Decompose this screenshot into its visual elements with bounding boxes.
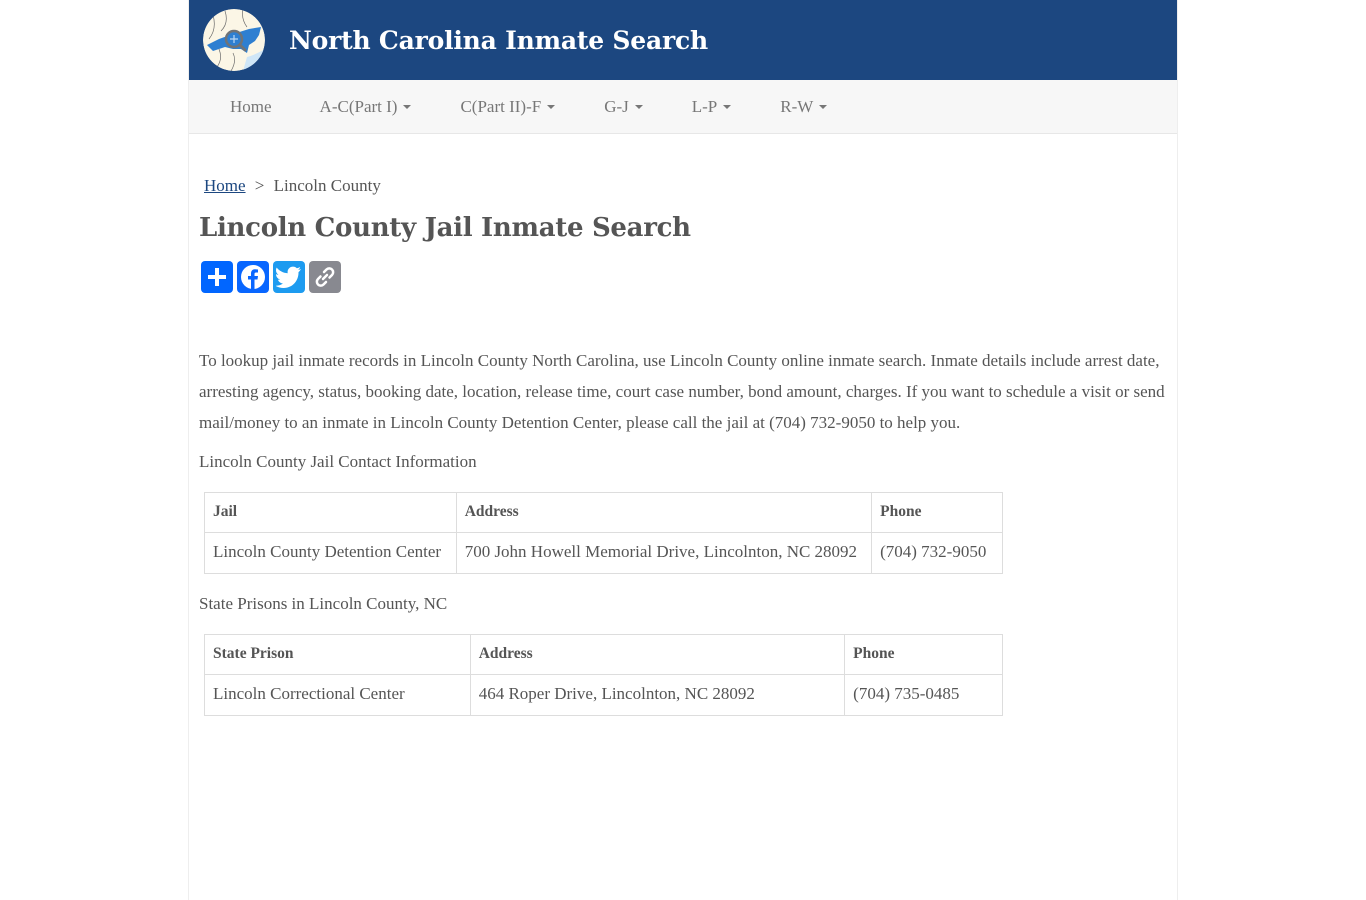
prison-phone-cell: (704) 735-0485 (844, 674, 1003, 716)
prison-address-cell: 464 Roper Drive, Lincolnton, NC 28092 (469, 674, 846, 716)
site-header: North Carolina Inmate Search (189, 0, 1177, 80)
prison-name-cell: Lincoln Correctional Center (204, 674, 471, 716)
twitter-share-button[interactable] (273, 261, 305, 293)
nav-home[interactable]: Home (230, 97, 272, 117)
table-row: Lincoln County Detention Center 700 John… (204, 532, 1003, 574)
share-bar (201, 261, 1167, 293)
page-container: North Carolina Inmate Search Home A-C(Pa… (188, 0, 1178, 900)
breadcrumb-current: Lincoln County (273, 176, 381, 195)
column-header: Phone (844, 634, 1003, 675)
caret-down-icon (634, 104, 643, 109)
nav-a-c-part-1[interactable]: A-C(Part I) (320, 97, 412, 117)
nc-map-logo-icon[interactable] (203, 9, 265, 71)
table-row: Lincoln Correctional Center 464 Roper Dr… (204, 674, 1003, 716)
nav-label: L-P (691, 96, 718, 116)
state-prisons-heading: State Prisons in Lincoln County, NC (199, 594, 448, 613)
link-icon (315, 267, 335, 287)
copy-link-button[interactable] (309, 261, 341, 293)
column-header: Address (469, 634, 846, 675)
column-header: Address (455, 492, 873, 533)
nav-r-w[interactable]: R-W (780, 96, 828, 117)
nav-label: C(Part II)-F (460, 96, 542, 116)
breadcrumb-separator: > (254, 176, 265, 195)
jail-contact-table: Jail Address Phone Lincoln County Detent… (204, 492, 1003, 574)
nav-c-part-2-f[interactable]: C(Part II)-F (460, 96, 556, 117)
nav-label: A-C(Part I) (319, 96, 398, 116)
nav-label: R-W (780, 96, 814, 116)
twitter-icon (276, 266, 301, 288)
plus-icon (208, 268, 226, 286)
nav-g-j[interactable]: G-J (604, 97, 643, 117)
state-prisons-table: State Prison Address Phone Lincoln Corre… (204, 634, 1003, 716)
nav-home-label: Home (230, 96, 272, 116)
share-add-button[interactable] (201, 261, 233, 293)
jail-name-cell: Lincoln County Detention Center (204, 532, 457, 574)
column-header: State Prison (204, 634, 471, 675)
main-content: Home > Lincoln County Lincoln County Jai… (189, 176, 1177, 716)
breadcrumb-home-link[interactable]: Home (204, 176, 246, 195)
column-header: Jail (204, 492, 457, 533)
facebook-share-button[interactable] (237, 261, 269, 293)
caret-down-icon (547, 104, 556, 109)
column-header: Phone (871, 492, 1003, 533)
main-navbar: Home A-C(Part I) C(Part II)-F G-J L-P R-… (189, 80, 1177, 134)
jail-phone-cell: (704) 732-9050 (871, 532, 1003, 574)
page-title: Lincoln County Jail Inmate Search (199, 213, 691, 243)
caret-down-icon (403, 104, 412, 109)
table-header-row: Jail Address Phone (204, 492, 1003, 533)
table-header-row: State Prison Address Phone (204, 634, 1003, 675)
breadcrumb: Home > Lincoln County (204, 176, 1167, 196)
caret-down-icon (723, 104, 732, 109)
caret-down-icon (819, 104, 828, 109)
nav-l-p[interactable]: L-P (692, 97, 732, 117)
jail-address-cell: 700 John Howell Memorial Drive, Lincolnt… (455, 532, 873, 574)
facebook-icon (241, 265, 265, 289)
site-title[interactable]: North Carolina Inmate Search (289, 26, 708, 55)
nav-label: G-J (604, 96, 629, 116)
jail-contact-heading: Lincoln County Jail Contact Information (199, 452, 477, 471)
intro-paragraph: To lookup jail inmate records in Lincoln… (199, 351, 1165, 432)
